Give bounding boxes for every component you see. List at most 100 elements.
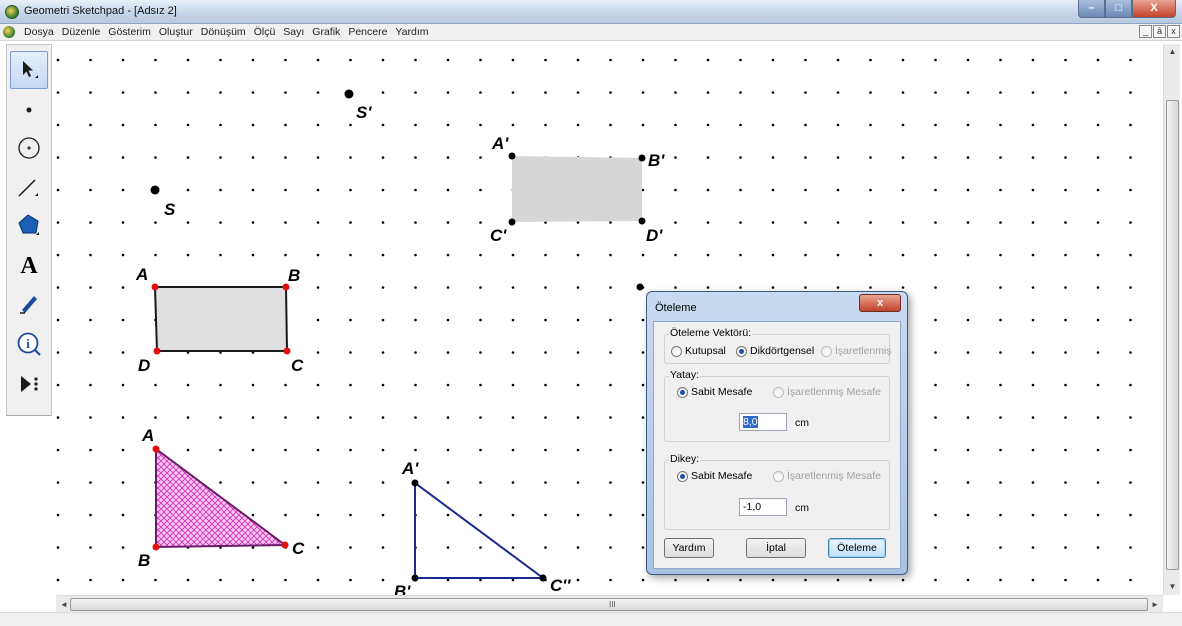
radio-rectangular[interactable]: Dikdörtgensel xyxy=(736,345,814,357)
menu-pencere[interactable]: Pencere xyxy=(344,26,391,38)
minimize-button[interactable]: – xyxy=(1078,0,1105,18)
menu-gosterim[interactable]: Gösterim xyxy=(104,26,155,38)
horizontal-fixed-dot[interactable] xyxy=(677,386,688,398)
grid-dot xyxy=(446,123,450,127)
grid-dot xyxy=(414,188,417,192)
triangle-abc-prime[interactable] xyxy=(414,481,547,579)
menu-sayi[interactable]: Sayı xyxy=(279,26,308,38)
grid-dot xyxy=(154,383,157,387)
information-tool-button[interactable]: i xyxy=(10,325,48,363)
grid-dot xyxy=(1129,123,1132,127)
sketch-canvas[interactable]: S' S A B C D A' B' C' D' A B C A' B' C'' xyxy=(56,44,1163,595)
translate-button[interactable]: Öteleme xyxy=(828,538,886,558)
grid-dot xyxy=(934,546,937,549)
custom-tool-button[interactable] xyxy=(10,365,48,403)
label-rectp-b[interactable]: B' xyxy=(648,151,665,170)
point-tool-button[interactable] xyxy=(10,91,48,129)
menu-dosya[interactable]: Dosya xyxy=(20,26,58,38)
grid-dot xyxy=(511,318,515,322)
close-button[interactable]: X xyxy=(1132,0,1176,18)
menu-olcu[interactable]: Ölçü xyxy=(250,26,280,38)
menu-yardim[interactable]: Yardım xyxy=(391,26,432,38)
radio-polar-dot[interactable] xyxy=(671,345,682,357)
grid-dot xyxy=(316,351,320,354)
help-button[interactable]: Yardım xyxy=(664,538,714,558)
label-tri-b[interactable]: B xyxy=(138,551,150,570)
vertex-c-prime[interactable] xyxy=(508,218,516,226)
straightedge-tool-button[interactable] xyxy=(10,169,48,207)
grid-dot xyxy=(446,188,450,192)
horizontal-distance-input[interactable]: 8,0 xyxy=(739,413,787,431)
scroll-up-arrow[interactable]: ▲ xyxy=(1164,44,1181,60)
triangle-abc[interactable] xyxy=(155,447,288,549)
label-trip-a[interactable]: A' xyxy=(401,459,419,478)
dialog-close-button[interactable]: x xyxy=(859,294,901,312)
extra-point[interactable] xyxy=(636,283,644,291)
horizontal-fixed-radio[interactable]: Sabit Mesafe xyxy=(677,386,752,398)
label-s-prime[interactable]: S' xyxy=(356,103,372,122)
grid-dot xyxy=(349,286,352,289)
label-tri-a[interactable]: A xyxy=(141,426,154,445)
doc-minimize-button[interactable]: _ xyxy=(1139,25,1152,38)
maximize-button[interactable]: □ xyxy=(1105,0,1132,18)
triangle-vertex-c[interactable] xyxy=(281,541,289,549)
vertical-scrollbar[interactable]: ▲ ▼ xyxy=(1163,44,1180,595)
grid-dot xyxy=(999,253,1002,257)
label-trip-b[interactable]: B' xyxy=(394,582,411,595)
grid-dot xyxy=(576,481,580,484)
label-rect-b[interactable]: B xyxy=(288,266,300,285)
radio-rectangular-dot[interactable] xyxy=(736,345,747,357)
triangle-vertex-b[interactable] xyxy=(152,543,160,551)
menu-olustur[interactable]: Oluştur xyxy=(155,26,197,38)
vertex-b-prime[interactable] xyxy=(638,154,646,162)
vertex-d-prime[interactable] xyxy=(638,217,646,225)
radio-polar[interactable]: Kutupsal xyxy=(671,345,726,357)
compass-tool-button[interactable] xyxy=(10,129,48,167)
marker-tool-button[interactable] xyxy=(10,285,48,323)
text-tool-button[interactable]: A xyxy=(10,247,48,285)
vertex-c[interactable] xyxy=(283,347,291,355)
cancel-button[interactable]: İptal xyxy=(746,538,806,558)
triangle-vertex-b-prime[interactable] xyxy=(411,574,419,582)
label-rectp-a[interactable]: A' xyxy=(491,134,509,153)
menu-grafik[interactable]: Grafik xyxy=(308,26,344,38)
label-rect-a[interactable]: A xyxy=(135,265,148,284)
label-rectp-c[interactable]: C' xyxy=(490,226,507,245)
doc-restore-button[interactable]: ā xyxy=(1153,25,1166,38)
polygon-tool-button[interactable] xyxy=(10,207,48,245)
label-tri-c[interactable]: C xyxy=(292,539,305,558)
menu-donusum[interactable]: Dönüşüm xyxy=(197,26,250,38)
point-s-prime[interactable] xyxy=(344,89,354,99)
point-s[interactable] xyxy=(150,185,160,195)
grid-dot xyxy=(641,448,645,452)
vertical-distance-input[interactable]: -1,0 xyxy=(739,498,787,516)
horizontal-scroll-thumb[interactable]: III xyxy=(70,598,1148,611)
triangle-vertex-c-prime[interactable] xyxy=(539,574,547,582)
vertex-a-prime[interactable] xyxy=(508,152,516,160)
arrow-tool-button[interactable] xyxy=(10,51,48,89)
scroll-down-arrow[interactable]: ▼ xyxy=(1164,579,1181,595)
triangle-vertex-a-prime[interactable] xyxy=(411,479,419,487)
grid-dot xyxy=(674,188,677,192)
triangle-vertex-a[interactable] xyxy=(152,445,160,453)
menu-duzenle[interactable]: Düzenle xyxy=(58,26,105,38)
grid-dot xyxy=(1031,156,1035,159)
label-s[interactable]: S xyxy=(164,200,176,219)
rectangle-abcd-prime[interactable] xyxy=(512,156,642,222)
vertical-fixed-dot[interactable] xyxy=(677,470,688,482)
document-icon[interactable] xyxy=(3,26,15,38)
vertical-fixed-radio[interactable]: Sabit Mesafe xyxy=(677,470,752,482)
grid-dot xyxy=(349,318,352,322)
label-rectp-d[interactable]: D' xyxy=(646,226,663,245)
label-rect-c[interactable]: C xyxy=(291,356,304,375)
vertex-d[interactable] xyxy=(153,347,161,355)
vertex-a[interactable] xyxy=(151,283,159,291)
scroll-right-arrow[interactable]: ► xyxy=(1147,596,1163,613)
vertical-scroll-thumb[interactable] xyxy=(1166,100,1179,570)
horizontal-scrollbar[interactable]: ◄ III ► xyxy=(56,595,1163,612)
rectangle-abcd[interactable] xyxy=(153,286,289,352)
doc-close-button[interactable]: x xyxy=(1167,25,1180,38)
sketch-drawing[interactable]: S' S A B C D A' B' C' D' A B C A' B' C'' xyxy=(56,44,1163,595)
label-trip-c[interactable]: C'' xyxy=(550,576,571,595)
label-rect-d[interactable]: D xyxy=(138,356,150,375)
